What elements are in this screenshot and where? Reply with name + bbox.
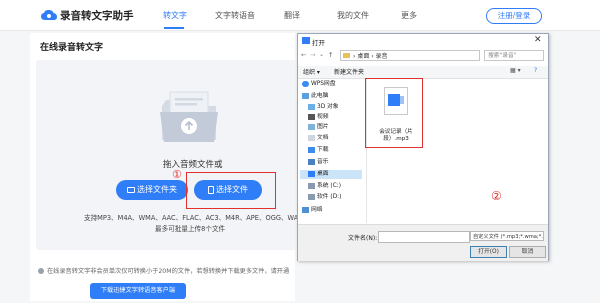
open-button[interactable]: 打开(O) (470, 246, 507, 258)
select-folder-label: 选择文件夹 (137, 185, 177, 194)
select-file-highlight (186, 172, 276, 209)
tree-item-videos[interactable]: 视频 (308, 113, 329, 122)
download-icon (308, 146, 315, 153)
drive-icon (308, 193, 315, 200)
file-type-filter[interactable]: 自定义文件 (*.mp3;*.wma;*.wa (470, 231, 544, 241)
file-selection-highlight (365, 78, 423, 148)
tree-item-desktop[interactable]: 桌面 (308, 170, 329, 179)
cloud-logo-icon (41, 9, 57, 20)
nav-my-files[interactable]: 我的文件 (337, 10, 369, 21)
section-title: 在线录音转文字 (40, 43, 104, 53)
video-icon (308, 113, 315, 120)
dialog-title: 打开 (312, 39, 325, 47)
recent-dropdown-icon[interactable]: ⌄ (319, 51, 324, 58)
new-folder-button[interactable]: 新建文件夹 (334, 67, 364, 76)
dialog-address-row: ← → ⌄ ↑ › 桌面 › 录音 搜索"录音" (298, 48, 548, 64)
dialog-toolbar: 组织 ▾ 新建文件夹 ▦ ▾ ? (298, 66, 548, 79)
help-icon[interactable]: ? (534, 67, 537, 74)
drive-icon (308, 182, 315, 189)
dialog-titlebar: 打开 ✕ (298, 34, 548, 48)
tree-item-network[interactable]: 网络 (302, 206, 323, 215)
navigation-tree: WPS网盘 此电脑 3D 对象 视频 图片 文档 下载 音乐 桌面 系统 (C:… (298, 79, 367, 223)
computer-icon (302, 92, 309, 99)
member-notice-text: 在线录音转文字非会员单次仅可转换小于20M的文件，若想转换并下载更多文件，请开通 (47, 268, 290, 275)
info-icon (38, 268, 44, 274)
tree-item-downloads[interactable]: 下载 (308, 146, 329, 155)
up-arrow-icon[interactable]: ↑ (328, 51, 333, 59)
back-arrow-icon[interactable]: ← (301, 51, 306, 59)
path-breadcrumb[interactable]: › 桌面 › 录音 (340, 50, 480, 61)
upload-folder-icon (160, 91, 218, 142)
app-title: 录音转文字助手 (60, 10, 134, 22)
tree-item-wps-cloud[interactable]: WPS网盘 (302, 80, 336, 89)
step-2-annotation: ② (491, 189, 502, 203)
forward-arrow-icon[interactable]: → (310, 51, 315, 59)
breadcrumb-recordings[interactable]: 录音 (376, 53, 388, 60)
cloud-icon (302, 80, 309, 87)
tree-item-drive-d[interactable]: 软件 (D:) (308, 193, 341, 202)
tree-item-3d-objects[interactable]: 3D 对象 (308, 103, 339, 112)
tree-item-pictures[interactable]: 图片 (308, 123, 329, 132)
network-icon (302, 206, 309, 213)
cancel-button[interactable]: 取消 (509, 246, 546, 258)
tree-item-drive-c[interactable]: 系统 (C:) (308, 182, 341, 191)
nav-text-to-speech[interactable]: 文字转语音 (215, 10, 255, 21)
nav-more[interactable]: 更多 (401, 10, 417, 21)
folder-icon (343, 53, 350, 58)
download-client-button[interactable]: 下载迅捷文字转语音客户端 (90, 283, 186, 299)
open-file-dialog: 打开 ✕ ← → ⌄ ↑ › 桌面 › 录音 搜索"录音" 组织 ▾ 新建文件夹… (297, 33, 549, 261)
member-notice: 在线录音转文字非会员单次仅可转换小于20M的文件，若想转换并下载更多文件，请开通 (38, 266, 289, 275)
active-tab-indicator (164, 27, 184, 29)
nav-translate[interactable]: 翻译 (284, 10, 300, 21)
desktop-icon (308, 170, 315, 177)
supported-formats-text: 支持MP3、M4A、WMA、AAC、FLAC、AC3、M4R、APE、OGG、W… (84, 214, 316, 222)
select-folder-button[interactable]: 选择文件夹 (116, 180, 188, 200)
dialog-footer: 文件名(N): 自定义文件 (*.mp3;*.wma;*.wa 打开(O) 取消 (298, 224, 548, 261)
cube-icon (308, 103, 315, 110)
nav-convert-to-text[interactable]: 转文字 (163, 10, 187, 21)
tree-item-this-pc[interactable]: 此电脑 (302, 92, 328, 101)
dialog-app-icon (302, 37, 310, 44)
tree-item-documents[interactable]: 文档 (308, 134, 329, 143)
organize-menu[interactable]: 组织 ▾ (303, 67, 320, 76)
breadcrumb-desktop[interactable]: 桌面 (357, 53, 369, 60)
close-icon[interactable]: ✕ (534, 35, 542, 45)
folder-icon (127, 186, 135, 193)
tree-item-music[interactable]: 音乐 (308, 158, 329, 167)
picture-icon (308, 123, 315, 130)
batch-limit-text: 最多可批量上传8个文件 (155, 225, 226, 233)
document-icon (308, 134, 315, 141)
view-options-icon[interactable]: ▦ ▾ (510, 67, 521, 74)
dialog-search-input[interactable]: 搜索"录音" (484, 50, 544, 61)
register-login-button[interactable]: 注册/登录 (486, 8, 542, 24)
filename-input[interactable] (378, 231, 470, 243)
filename-label: 文件名(N): (348, 235, 378, 242)
music-icon (308, 158, 315, 165)
